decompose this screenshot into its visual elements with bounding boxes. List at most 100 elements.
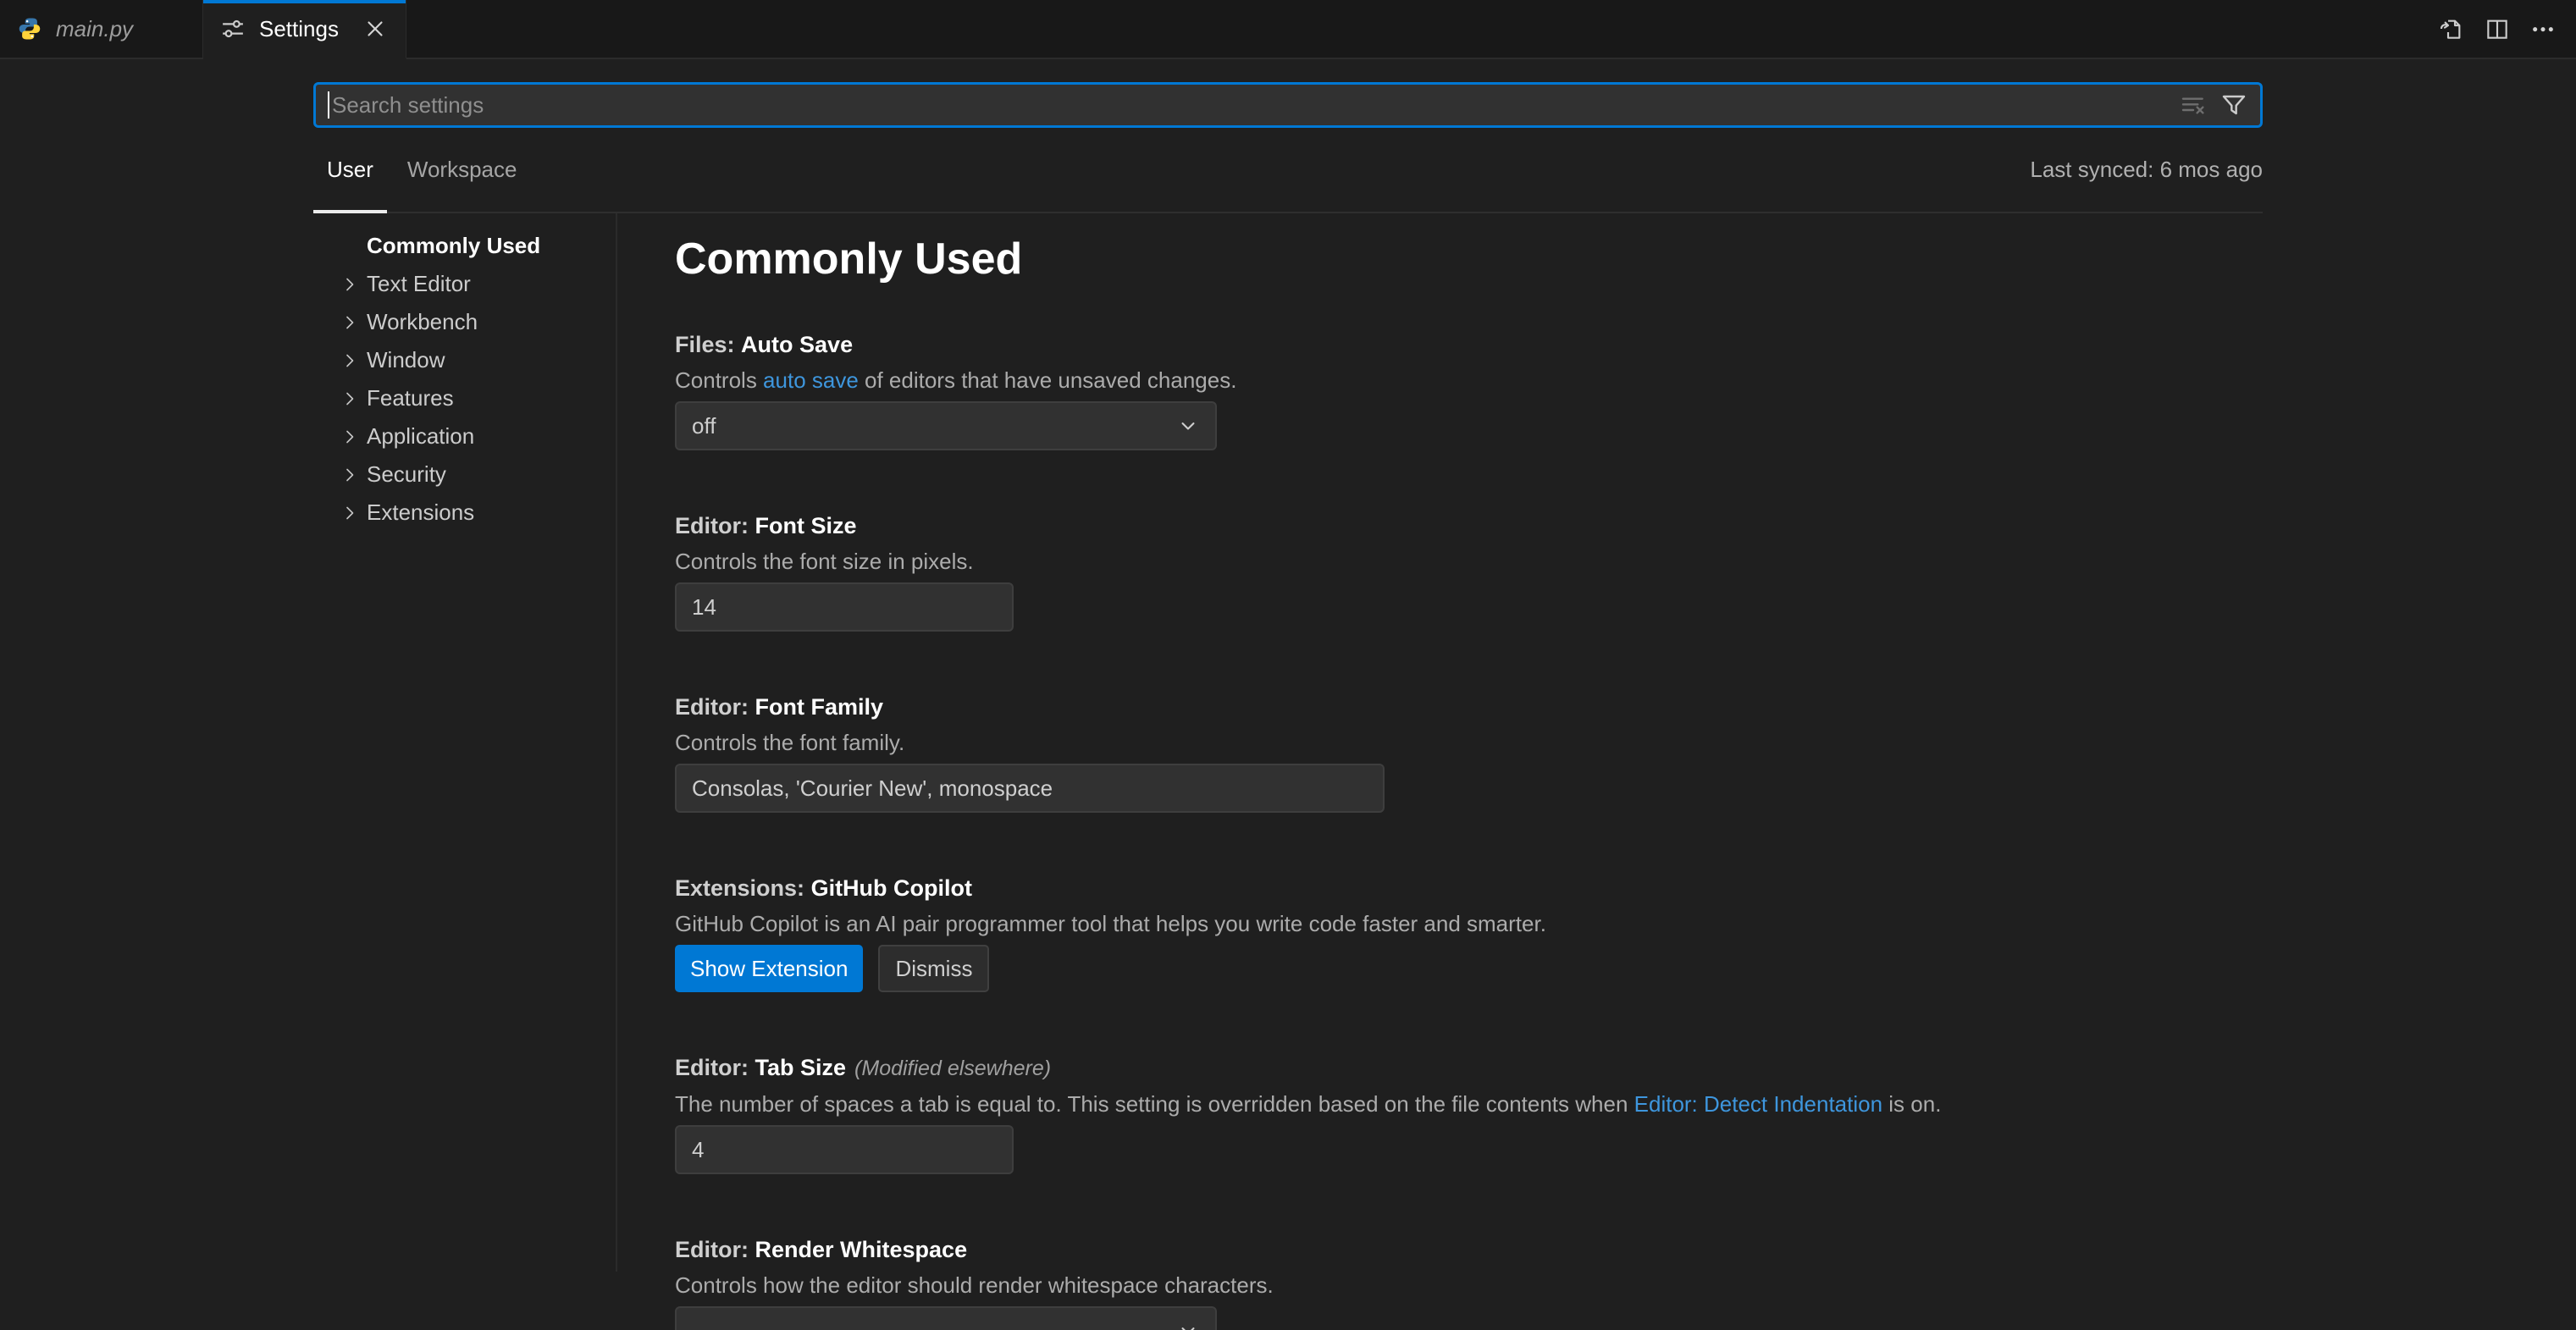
description-text: GitHub Copilot is an AI pair programmer … bbox=[675, 911, 1546, 936]
toc-item-workbench[interactable]: Workbench bbox=[313, 303, 616, 341]
setting-category: Extensions: bbox=[675, 875, 804, 901]
settings-content: Commonly Used Files: Auto Save Controls a… bbox=[675, 213, 2264, 1272]
description-text: The number of spaces a tab is equal to. … bbox=[675, 1091, 1634, 1117]
settings-body: Commonly Used Text Editor Workbench Wind… bbox=[0, 213, 2576, 1272]
setting-extensions-github-copilot: Extensions: GitHub Copilot GitHub Copilot… bbox=[675, 874, 2264, 992]
toc-item-security[interactable]: Security bbox=[313, 455, 616, 494]
setting-title: Files: Auto Save bbox=[675, 330, 2264, 359]
settings-link[interactable]: auto save bbox=[763, 367, 859, 393]
setting-category: Files: bbox=[675, 332, 735, 357]
setting-description: GitHub Copilot is an AI pair programmer … bbox=[675, 909, 2264, 938]
toc-item-application[interactable]: Application bbox=[313, 417, 616, 455]
toc-item-extensions[interactable]: Extensions bbox=[313, 494, 616, 532]
files-auto-save-select[interactable]: off bbox=[675, 401, 1217, 450]
editor-tab-size-input[interactable]: 4 bbox=[675, 1125, 1014, 1174]
scope-tab-workspace[interactable]: Workspace bbox=[394, 128, 531, 212]
setting-files-auto-save: Files: Auto Save Controls auto save of ed… bbox=[675, 330, 2264, 450]
toc-item-label: Commonly Used bbox=[367, 233, 540, 259]
description-text: Controls bbox=[675, 367, 763, 393]
tab-label: Settings bbox=[259, 16, 339, 42]
split-editor-icon[interactable] bbox=[2483, 14, 2512, 43]
setting-annotation: (Modified elsewhere) bbox=[854, 1057, 1051, 1080]
toc-item-features[interactable]: Features bbox=[313, 379, 616, 417]
python-icon bbox=[15, 14, 44, 43]
filter-icon[interactable] bbox=[2219, 91, 2248, 119]
editor-font-size-input[interactable]: 14 bbox=[675, 582, 1014, 632]
toc-item-window[interactable]: Window bbox=[313, 341, 616, 379]
setting-name: Auto Save bbox=[741, 332, 853, 357]
chevron-right-icon bbox=[339, 388, 361, 410]
search-input[interactable]: Search settings bbox=[313, 82, 2263, 128]
setting-control: 14 bbox=[675, 582, 2264, 632]
toc-item-commonly-used[interactable]: Commonly Used bbox=[313, 227, 616, 265]
vscode-settings-window: main.py Settings Search settings UserWor… bbox=[0, 0, 2576, 1330]
chevron-down-icon bbox=[1176, 414, 1200, 438]
chevron-right-icon bbox=[339, 502, 361, 524]
setting-description: The number of spaces a tab is equal to. … bbox=[675, 1090, 2264, 1118]
setting-control: Consolas, 'Courier New', monospace bbox=[675, 764, 2264, 813]
setting-editor-render-whitespace: Editor: Render Whitespace Controls how th… bbox=[675, 1235, 2264, 1330]
show-extension-button[interactable]: Show Extension bbox=[675, 945, 863, 992]
setting-title: Editor: Tab Size(Modified elsewhere) bbox=[675, 1053, 2264, 1083]
setting-description: Controls auto save of editors that have … bbox=[675, 366, 2264, 395]
setting-editor-tab-size: Editor: Tab Size(Modified elsewhere)The … bbox=[675, 1053, 2264, 1174]
setting-description: Controls the font family. bbox=[675, 728, 2264, 757]
setting-category: Editor: bbox=[675, 1237, 749, 1262]
settings-list: Files: Auto Save Controls auto save of ed… bbox=[675, 330, 2264, 1330]
setting-title: Editor: Font Family bbox=[675, 693, 2264, 721]
setting-editor-font-size: Editor: Font Size Controls the font size … bbox=[675, 511, 2264, 632]
chevron-right-icon bbox=[339, 426, 361, 448]
dismiss-button[interactable]: Dismiss bbox=[878, 945, 989, 992]
close-icon[interactable] bbox=[360, 14, 390, 44]
setting-category: Editor: bbox=[675, 694, 749, 720]
toc-item-label: Security bbox=[367, 461, 446, 488]
chevron-down-icon bbox=[1176, 1319, 1200, 1330]
editor-tab-main-py[interactable]: main.py bbox=[0, 0, 203, 59]
open-settings-json-icon[interactable] bbox=[2437, 14, 2466, 43]
input-value: Consolas, 'Courier New', monospace bbox=[692, 775, 1053, 802]
setting-title: Extensions: GitHub Copilot bbox=[675, 874, 2264, 902]
toc-item-label: Features bbox=[367, 385, 454, 411]
chevron-right-icon bbox=[339, 350, 361, 372]
scope-tab-user[interactable]: User bbox=[313, 128, 387, 212]
settings-link[interactable]: Editor: Detect Indentation bbox=[1634, 1091, 1882, 1117]
page-title: Commonly Used bbox=[675, 235, 2264, 284]
toc-item-label: Application bbox=[367, 423, 474, 450]
toc-item-text-editor[interactable]: Text Editor bbox=[313, 265, 616, 303]
input-value: 14 bbox=[692, 594, 716, 621]
setting-control: 4 bbox=[675, 1125, 2264, 1174]
editor-tab-settings[interactable]: Settings bbox=[203, 0, 406, 59]
editor-font-family-input[interactable]: Consolas, 'Courier New', monospace bbox=[675, 764, 1385, 813]
description-text: of editors that have unsaved changes. bbox=[859, 367, 1237, 393]
chevron-right-icon bbox=[339, 273, 361, 295]
toc-item-label: Extensions bbox=[367, 499, 474, 526]
toc-item-label: Window bbox=[367, 347, 445, 373]
setting-title: Editor: Font Size bbox=[675, 511, 2264, 540]
setting-name: Font Family bbox=[755, 694, 884, 720]
search-actions bbox=[2179, 91, 2248, 119]
editor-tab-bar: main.py Settings bbox=[0, 0, 2576, 59]
setting-name: Font Size bbox=[755, 513, 857, 538]
tab-label: main.py bbox=[56, 16, 133, 42]
setting-editor-font-family: Editor: Font Family Controls the font fam… bbox=[675, 693, 2264, 813]
description-text: is on. bbox=[1882, 1091, 1941, 1117]
toc-item-label: Text Editor bbox=[367, 271, 471, 297]
clear-settings-search-icon bbox=[2179, 91, 2208, 119]
setting-description: Controls the font size in pixels. bbox=[675, 547, 2264, 576]
editor-actions bbox=[406, 0, 2576, 59]
setting-title: Editor: Render Whitespace bbox=[675, 1235, 2264, 1264]
setting-category: Editor: bbox=[675, 513, 749, 538]
toc-item-label: Workbench bbox=[367, 309, 478, 335]
setting-description: Controls how the editor should render wh… bbox=[675, 1271, 2264, 1300]
input-value: 4 bbox=[692, 1137, 704, 1163]
editor-render-whitespace-select[interactable] bbox=[675, 1306, 1217, 1330]
last-synced-label: Last synced: 6 mos ago bbox=[2030, 157, 2263, 183]
setting-control: Show Extension Dismiss bbox=[675, 945, 2264, 992]
description-text: Controls the font family. bbox=[675, 730, 904, 755]
setting-name: Tab Size bbox=[755, 1055, 847, 1080]
more-actions-icon[interactable] bbox=[2529, 14, 2557, 43]
settings-scope-row: UserWorkspace Last synced: 6 mos ago bbox=[313, 128, 2263, 213]
chevron-right-icon bbox=[339, 464, 361, 486]
settings-sliders-icon bbox=[218, 14, 247, 43]
select-value: off bbox=[692, 413, 716, 439]
